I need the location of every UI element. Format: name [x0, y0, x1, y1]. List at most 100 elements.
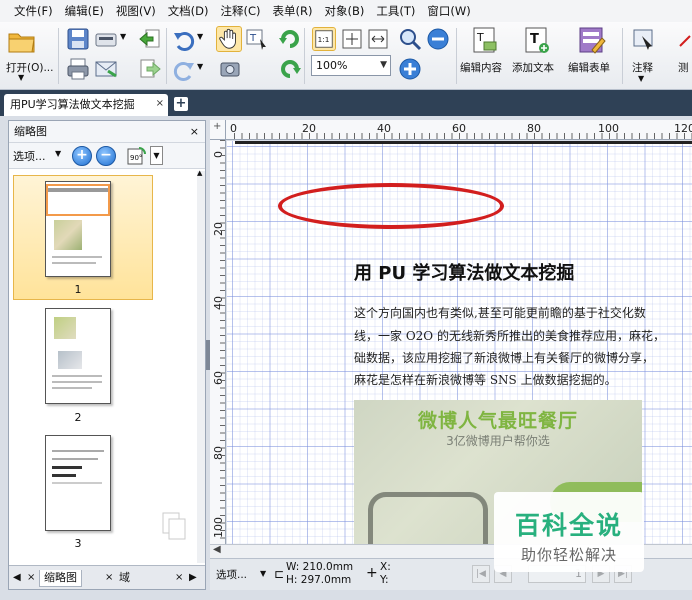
thumbnail-page-1[interactable]	[45, 181, 111, 277]
scroll-up-icon[interactable]: ▲	[197, 169, 202, 177]
save-icon[interactable]	[66, 27, 90, 51]
panel-header: 缩略图 ×	[9, 121, 205, 143]
thumbnail-viewport	[46, 184, 110, 216]
zoom-select[interactable]: 100% ▼	[311, 55, 391, 76]
close-icon[interactable]: ×	[156, 93, 164, 115]
menu-tools[interactable]: 工具(T)	[370, 0, 421, 22]
image-headline: 微博人气最旺餐厅	[417, 410, 578, 432]
measure-button[interactable]: 测	[672, 24, 692, 86]
menu-form[interactable]: 表单(R)	[267, 0, 319, 22]
status-options-dropdown[interactable]: 选项...	[216, 567, 247, 582]
menu-window[interactable]: 窗口(W)	[421, 0, 476, 22]
open-label: 打开(O)...	[6, 62, 54, 74]
page-height: H: 297.0mm	[286, 574, 352, 586]
document-tab[interactable]: 用PU学习算法做文本挖掘 ×	[4, 94, 168, 116]
edit-form-button[interactable]: 编辑表单	[566, 24, 618, 86]
document-canvas[interactable]: 用 PU 学习算法做文本挖掘 这个方向国内也有类似,甚至可能更前瞻的基于社交化数…	[227, 141, 692, 544]
chevron-down-icon: ▼	[638, 74, 645, 83]
chevron-down-icon: ▼	[380, 60, 387, 70]
thumbnail-text-line	[52, 466, 82, 469]
rotate-counterclockwise-icon[interactable]	[278, 57, 302, 81]
chevron-down-icon[interactable]: ▼	[197, 62, 203, 71]
redo-icon[interactable]	[172, 57, 196, 81]
select-text-icon[interactable]: T	[244, 27, 268, 51]
options-dropdown[interactable]: 选项...	[13, 148, 46, 164]
print-icon[interactable]	[66, 57, 90, 81]
close-icon[interactable]: ×	[105, 570, 113, 586]
chevron-down-icon[interactable]: ▼	[260, 569, 266, 578]
zoom-tool-icon[interactable]	[398, 27, 422, 51]
ellipse-annotation[interactable]	[278, 183, 504, 229]
menu-view[interactable]: 视图(V)	[110, 0, 162, 22]
zoom-in-icon[interactable]	[398, 57, 422, 81]
rotate-clockwise-icon[interactable]	[278, 27, 302, 51]
fit-page-icon[interactable]	[340, 27, 364, 51]
chevron-down-icon[interactable]: ▼	[197, 32, 203, 41]
thumbnail-page-number: 3	[74, 537, 82, 550]
toolbar-separator	[456, 28, 457, 84]
folder-icon	[8, 33, 35, 53]
thumbnail-page-2[interactable]	[45, 308, 111, 404]
thumbnail-text-line	[52, 458, 98, 460]
horizontal-ruler: 0 20 40 60 80 100 120	[226, 120, 692, 140]
thumbnail-panel: 缩略图 × 选项... ▼ + − 90° ▼ 1 2 3 ▲ ◀ × 缩略图 …	[8, 120, 206, 590]
edit-content-icon: T	[473, 27, 497, 53]
enlarge-thumbnails-button[interactable]: +	[72, 146, 92, 166]
reduce-thumbnails-button[interactable]: −	[96, 146, 116, 166]
edit-content-label: 编辑内容	[460, 62, 502, 74]
thumbnail-scrollbar[interactable]: ▲	[197, 169, 205, 563]
menu-document[interactable]: 文档(D)	[162, 0, 215, 22]
tab-thumbnails[interactable]: 缩略图	[39, 570, 82, 587]
thumbnail-page-number: 2	[74, 411, 82, 424]
first-page-icon[interactable]: |◀	[472, 565, 490, 583]
scroll-right-icon[interactable]: ▶	[189, 570, 197, 586]
scanner-icon[interactable]	[94, 27, 118, 51]
menu-edit[interactable]: 编辑(E)	[59, 0, 110, 22]
zoom-out-icon[interactable]	[426, 27, 450, 51]
menu-comment[interactable]: 注释(C)	[215, 0, 267, 22]
open-button[interactable]: 打开(O)... ▼	[6, 26, 53, 86]
watermark-subtitle: 助你轻松解决	[520, 546, 617, 564]
tab-fields[interactable]: 域	[119, 570, 130, 586]
snapshot-icon[interactable]	[218, 57, 242, 81]
svg-text:T: T	[476, 31, 484, 44]
rotate-options-dropdown[interactable]: ▼	[150, 146, 163, 165]
main-toolbar: 打开(O)... ▼ ▼ ▼ ▼ T 1:1 100% ▼ T 编辑内容 T 添…	[0, 22, 692, 90]
chevron-down-icon[interactable]: ▼	[120, 32, 126, 41]
paragraph-line: 麻花是怎样在新浪微博等 SNS 上做数据挖掘的。	[354, 373, 617, 387]
menu-object[interactable]: 对象(B)	[319, 0, 371, 22]
undo-icon[interactable]	[172, 27, 196, 51]
next-view-icon[interactable]	[138, 57, 162, 81]
email-icon[interactable]	[94, 57, 118, 81]
ruler-ticks	[220, 140, 225, 544]
close-icon[interactable]: ×	[190, 121, 199, 143]
thumbnail-page-3[interactable]	[45, 435, 111, 531]
fit-width-icon[interactable]	[366, 27, 390, 51]
chevron-down-icon[interactable]: ▼	[55, 149, 61, 158]
thumbnail-list: 1 2 3	[11, 171, 201, 563]
cursor-y: Y:	[380, 574, 389, 586]
close-icon[interactable]: ×	[27, 570, 35, 586]
ruler-ticks	[234, 133, 692, 139]
multi-page-icon	[162, 512, 186, 540]
new-tab-button[interactable]: +	[174, 97, 188, 111]
close-icon[interactable]: ×	[175, 570, 183, 586]
scroll-left-icon[interactable]: ◀	[213, 544, 221, 555]
annotate-icon	[633, 29, 653, 50]
scroll-left-icon[interactable]: ◀	[13, 570, 21, 586]
measure-icon	[679, 35, 691, 47]
annotate-label: 注释	[632, 62, 653, 74]
paragraph-line: 这个方向国内也有类似,甚至可能更前瞻的基于社交化数	[354, 306, 646, 320]
add-text-button[interactable]: T 添加文本	[512, 24, 562, 86]
previous-view-icon[interactable]	[138, 27, 162, 51]
annotate-button[interactable]: 注释 ▼	[626, 24, 662, 86]
actual-size-icon[interactable]: 1:1	[312, 27, 336, 51]
rotate-page-icon[interactable]: 90°	[125, 146, 147, 166]
hand-tool-icon[interactable]	[216, 26, 242, 52]
chevron-down-icon: ▼	[18, 73, 25, 82]
cursor-x: X:	[380, 561, 391, 573]
edit-content-button[interactable]: T 编辑内容	[460, 24, 510, 86]
thumbnail-page-number: 1	[74, 283, 82, 296]
paragraph-line: 础数据，该应用挖掘了新浪微博上有关餐厅的微博分享，	[354, 351, 655, 365]
menu-file[interactable]: 文件(F)	[8, 0, 59, 22]
